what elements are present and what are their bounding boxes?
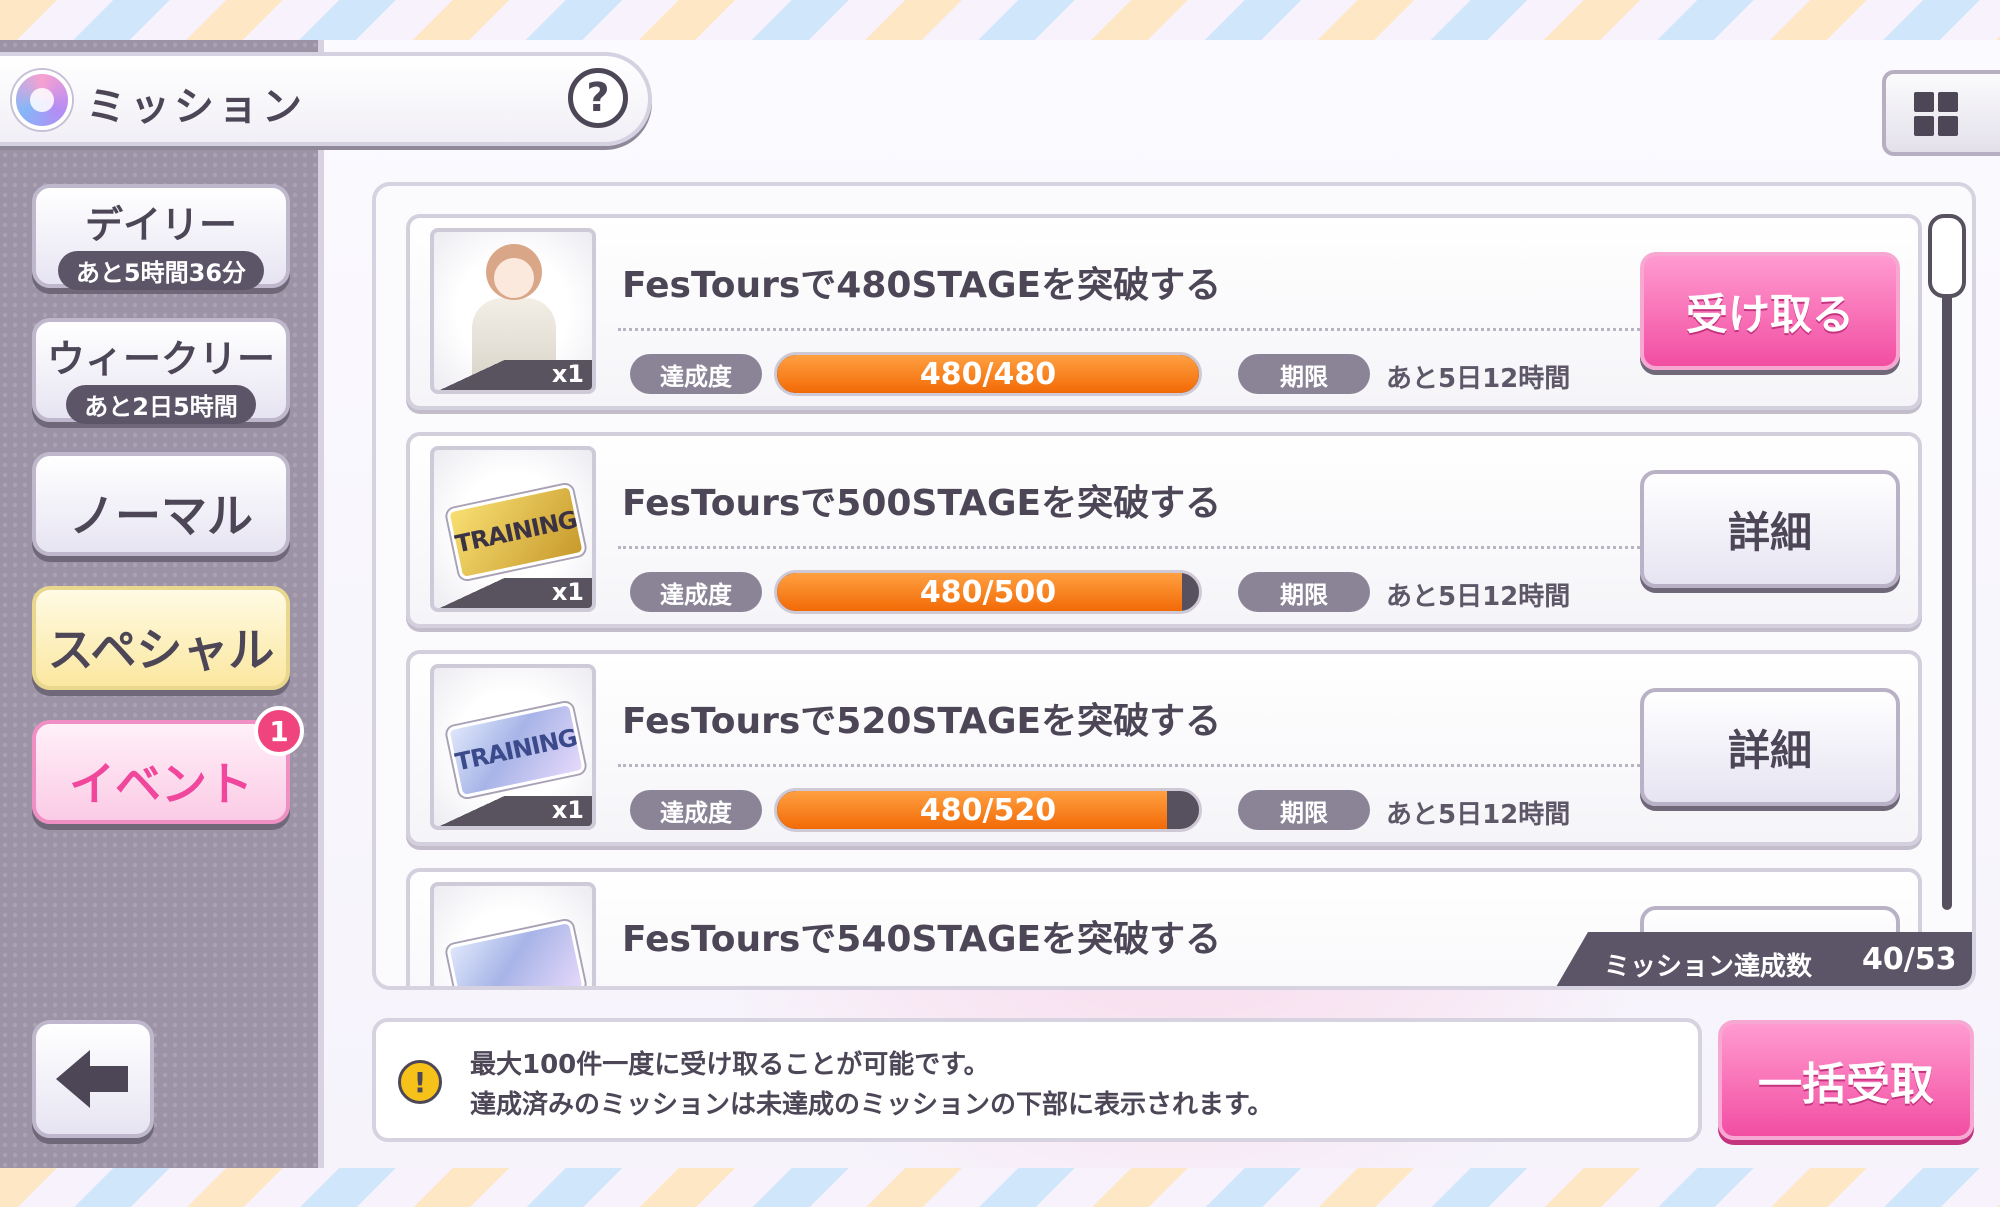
reward-slot: TRAINING x1 [430, 664, 596, 830]
notice-box: ! 最大100件一度に受け取ることが可能です。 達成済みのミッションは未達成のミ… [372, 1018, 1702, 1142]
tab-special[interactable]: スペシャル [32, 586, 290, 690]
deadline-label: 期限 [1238, 354, 1370, 394]
warning-icon: ! [398, 1060, 442, 1104]
mission-title: FesToursで480STAGEを突破する [622, 265, 1222, 306]
tab-normal[interactable]: ノーマル [32, 452, 290, 556]
progress-text: 480/500 [919, 574, 1057, 610]
achievement-counter: ミッション達成数 40/53 [1552, 932, 1972, 986]
scrollbar-thumb[interactable] [1928, 214, 1966, 298]
tab-normal-label: ノーマル [69, 489, 253, 543]
mission-title: FesToursで500STAGEを突破する [622, 483, 1222, 524]
header-bar: ミッション ? [0, 52, 652, 146]
page-title: ミッション [86, 84, 306, 130]
ticket-label: TRAINING [452, 723, 580, 777]
top-decoration-stripe [0, 0, 2000, 40]
mission-item: x1 FesToursで480STAGEを突破する 達成度 480/480 期限… [406, 214, 1922, 410]
achievement-label: ミッション達成数 [1604, 952, 1813, 982]
reward-count: x1 [551, 578, 584, 606]
bulk-receive-button[interactable]: 一括受取 [1718, 1020, 1974, 1140]
achievement-value: 40/53 [1862, 942, 1957, 977]
mission-item: TRAINING x1 FesToursで500STAGEを突破する 達成度 4… [406, 432, 1922, 628]
notification-badge: 1 [254, 706, 304, 756]
reward-count: x1 [551, 796, 584, 824]
platinum-training-ticket-icon: TRAINING [445, 701, 587, 799]
tab-weekly-label: ウィークリー [46, 337, 275, 381]
tab-daily-timer: あと5時間36分 [57, 251, 265, 290]
progress-label: 達成度 [630, 354, 762, 394]
mission-list-panel[interactable]: x1 FesToursで480STAGEを突破する 達成度 480/480 期限… [372, 182, 1976, 990]
tab-event-label: イベント [69, 757, 253, 811]
notice-line-1: 最大100件一度に受け取ることが可能です。 [470, 1050, 990, 1080]
tab-weekly[interactable]: ウィークリー あと2日5時間 [32, 318, 290, 424]
divider [618, 546, 1640, 549]
progress-text: 480/480 [919, 356, 1057, 392]
deadline-value: あと5日12時間 [1386, 582, 1571, 612]
tab-event[interactable]: イベント 1 [32, 706, 304, 824]
gold-training-ticket-icon: TRAINING [445, 483, 587, 581]
reward-slot: TRAINING x1 [430, 446, 596, 612]
mission-item: TRAINING x1 FesToursで520STAGEを突破する 達成度 4… [406, 650, 1922, 846]
tab-special-label: スペシャル [47, 623, 275, 677]
grid-icon [1938, 116, 1958, 136]
grid-icon [1914, 116, 1934, 136]
divider [618, 764, 1640, 767]
details-button[interactable]: 詳細 [1640, 688, 1900, 806]
grid-icon [1914, 92, 1934, 112]
grid-icon [1938, 92, 1958, 112]
notice-line-2: 達成済みのミッションは未達成のミッションの下部に表示されます。 [470, 1090, 1274, 1120]
reward-count: x1 [551, 360, 584, 388]
scrollbar-track[interactable] [1942, 220, 1952, 910]
platinum-training-ticket-icon [445, 919, 587, 986]
progress-label: 達成度 [630, 572, 762, 612]
tab-weekly-timer: あと2日5時間 [66, 385, 256, 424]
back-button[interactable] [32, 1020, 154, 1138]
tab-daily[interactable]: デイリー あと5時間36分 [32, 184, 290, 290]
deadline-label: 期限 [1238, 790, 1370, 830]
mission-title: FesToursで540STAGEを突破する [622, 919, 1222, 960]
deadline-label: 期限 [1238, 572, 1370, 612]
deadline-value: あと5日12時間 [1386, 800, 1571, 830]
reward-slot [430, 882, 596, 986]
progress-bar: 480/480 [774, 352, 1202, 396]
mission-logo-icon [12, 70, 72, 130]
progress-text: 480/520 [919, 792, 1057, 828]
receive-button[interactable]: 受け取る [1640, 252, 1900, 370]
reward-slot: x1 [430, 228, 596, 394]
tab-daily-label: デイリー [84, 203, 237, 247]
mission-title: FesToursで520STAGEを突破する [622, 701, 1222, 742]
divider [618, 328, 1640, 331]
progress-bar: 480/500 [774, 570, 1202, 614]
menu-grid-button[interactable] [1882, 70, 2000, 156]
progress-label: 達成度 [630, 790, 762, 830]
back-arrow-icon [56, 1050, 128, 1108]
bottom-decoration-stripe [0, 1168, 2000, 1207]
deadline-value: あと5日12時間 [1386, 364, 1571, 394]
help-button[interactable]: ? [568, 68, 628, 128]
ticket-label: TRAINING [452, 505, 580, 559]
details-button[interactable]: 詳細 [1640, 470, 1900, 588]
progress-bar: 480/520 [774, 788, 1202, 832]
